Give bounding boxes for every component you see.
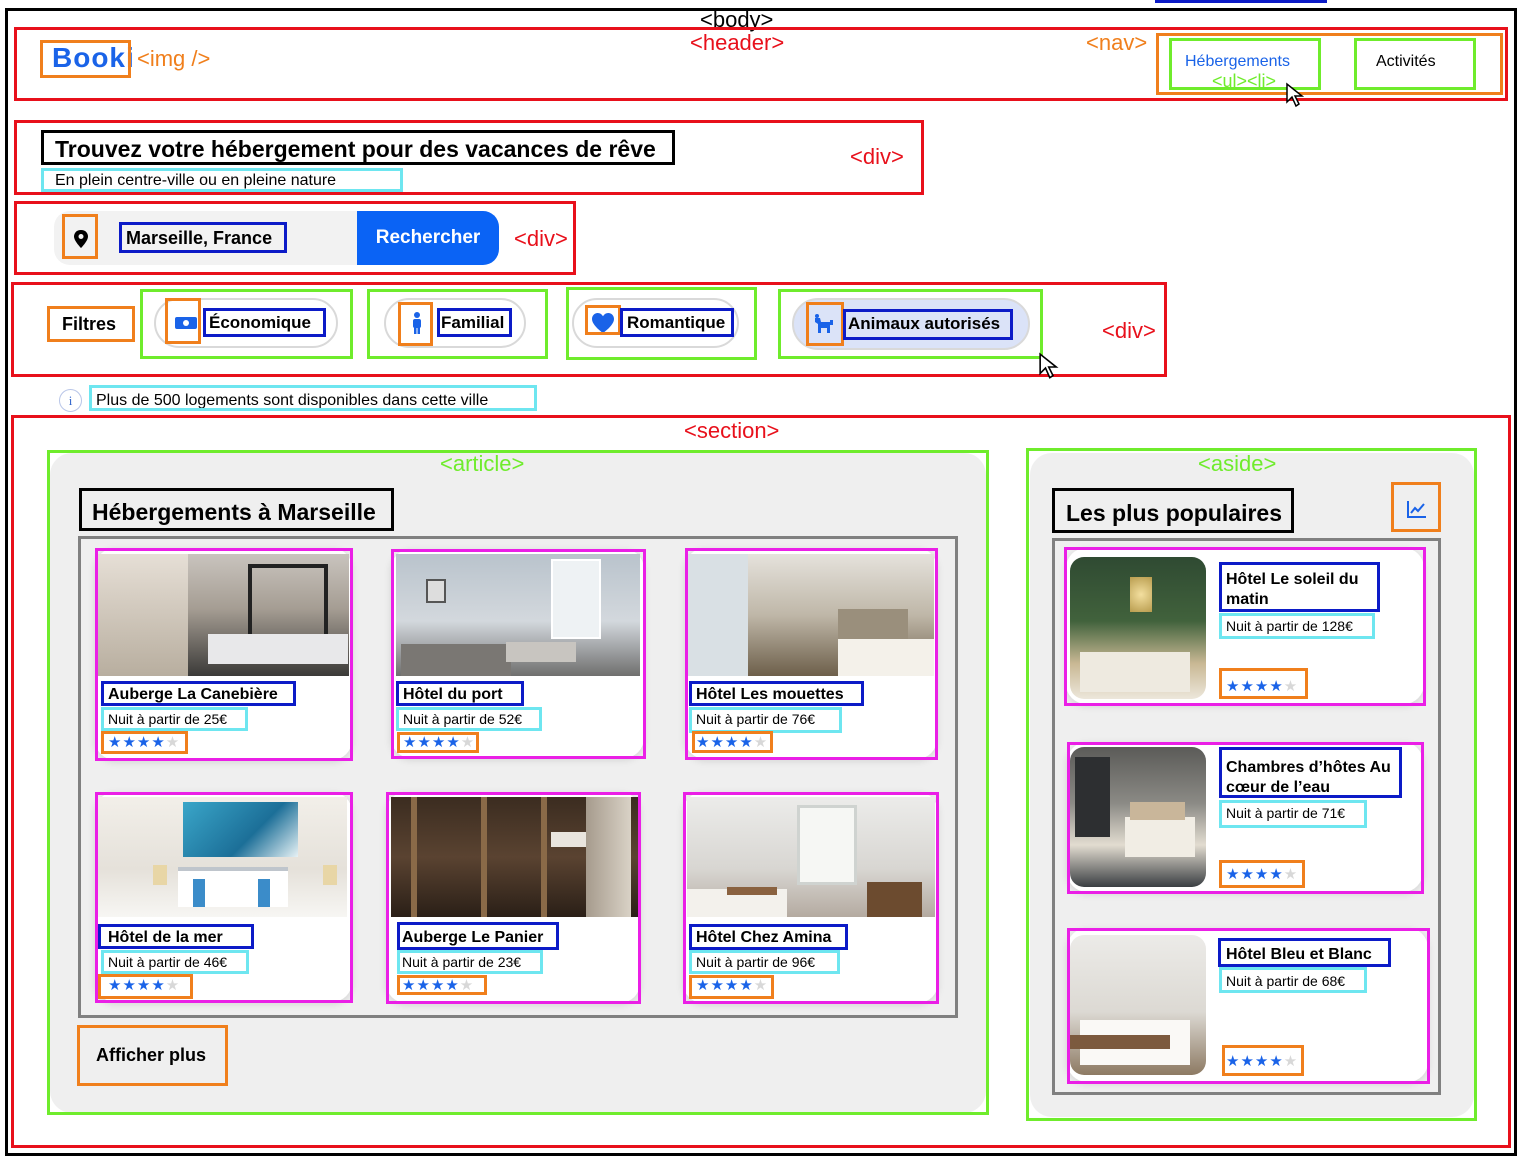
filters-div-tag: <div> — [1102, 318, 1156, 343]
filter-label-economique: Économique — [209, 313, 312, 332]
rating-stars: ★★★★★ — [108, 734, 181, 751]
article-title: Hébergements à Marseille — [92, 499, 376, 525]
nav-tag: <nav> — [1086, 30, 1148, 55]
popular-price: Nuit à partir de 71€ — [1226, 805, 1346, 821]
hotel-name: Auberge Le Panier — [402, 929, 544, 946]
top-edge-marker — [1155, 0, 1327, 3]
aside-tag: <aside> — [1198, 451, 1277, 476]
search-input[interactable]: Marseille, France — [126, 228, 272, 249]
person-icon — [413, 312, 421, 334]
rating-stars: ★★★★★ — [696, 977, 769, 994]
popular-price: Nuit à partir de 128€ — [1226, 618, 1353, 634]
popular-name: Chambres d’hôtes Au cœur de l’eau — [1226, 759, 1391, 796]
mouse-cursor-icon-2 — [1039, 352, 1059, 379]
aside-title: Les plus populaires — [1066, 500, 1282, 526]
rating-stars: ★★★★★ — [1226, 678, 1299, 695]
rating-stars: ★★★★★ — [1226, 1053, 1299, 1070]
hotel-photo-twinroom — [396, 554, 640, 676]
hotel-price: Nuit à partir de 25€ — [108, 711, 228, 727]
hotel-photo-modern-room — [688, 554, 934, 676]
filter-label-familial: Familial — [441, 313, 505, 332]
hotel-name: Hôtel Chez Amina — [696, 929, 832, 946]
hotel-price: Nuit à partir de 96€ — [696, 954, 816, 970]
heart-icon — [592, 313, 614, 333]
hotel-name: Auberge La Canebière — [108, 686, 278, 703]
page-subtitle: En plein centre-ville ou en pleine natur… — [55, 172, 337, 189]
hotel-price: Nuit à partir de 52€ — [403, 711, 523, 727]
section-tag: <section> — [684, 418, 780, 443]
hero-div-tag: <div> — [850, 144, 904, 169]
hotel-price: Nuit à partir de 23€ — [402, 954, 522, 970]
location-pin-icon — [74, 230, 88, 248]
money-icon — [175, 317, 197, 329]
rating-stars: ★★★★★ — [696, 734, 769, 751]
rating-stars: ★★★★★ — [402, 977, 475, 994]
rating-stars: ★★★★★ — [108, 977, 181, 994]
hotel-price: Nuit à partir de 76€ — [696, 711, 816, 727]
popular-name: Hôtel Le soleil du matin — [1226, 571, 1359, 608]
dog-icon — [815, 314, 833, 333]
hotel-photo-bunkbeds — [98, 554, 349, 676]
search-button[interactable]: Rechercher — [357, 211, 499, 265]
hotel-photo-window-room — [687, 797, 935, 917]
popular-photo-white-room — [1070, 935, 1206, 1075]
ul-li-tag: <ul><li> — [1212, 71, 1277, 91]
filter-label-romantique: Romantique — [627, 313, 726, 332]
filter-label-animaux: Animaux autorisés — [848, 314, 1001, 333]
rating-stars: ★★★★★ — [403, 734, 476, 751]
body-tag: <body> — [700, 7, 774, 32]
hotel-photo-hostel-dorm — [391, 797, 639, 917]
hotel-photo-sea-painting — [98, 797, 347, 917]
search-div-tag: <div> — [514, 226, 568, 251]
popular-photo-loft — [1070, 747, 1206, 887]
article-tag: <article> — [440, 451, 525, 476]
filters-label: Filtres — [62, 314, 117, 334]
info-icon: i — [59, 389, 82, 412]
nav-link-activites[interactable]: Activités — [1376, 53, 1436, 71]
info-text: Plus de 500 logements sont disponibles d… — [96, 392, 489, 409]
page-title: Trouvez votre hébergement pour des vacan… — [55, 136, 656, 162]
img-tag: <img /> — [137, 46, 211, 71]
rating-stars: ★★★★★ — [1226, 866, 1299, 883]
popular-name: Hôtel Bleu et Blanc — [1226, 946, 1372, 963]
hotel-price: Nuit à partir de 46€ — [108, 954, 228, 970]
trend-chart-icon — [1407, 501, 1426, 518]
nav-link-hebergements[interactable]: Hébergements — [1185, 53, 1290, 71]
header-tag: <header> — [690, 30, 785, 55]
show-more-button[interactable]: Afficher plus — [96, 1045, 206, 1066]
logo[interactable]: Booki — [52, 42, 135, 74]
mouse-cursor-icon — [1286, 82, 1305, 108]
hotel-name: Hôtel Les mouettes — [696, 686, 844, 703]
hotel-name: Hôtel du port — [403, 686, 503, 703]
popular-photo-green-room — [1070, 557, 1206, 699]
popular-price: Nuit à partir de 68€ — [1226, 973, 1346, 989]
hotel-name: Hôtel de la mer — [108, 929, 223, 946]
